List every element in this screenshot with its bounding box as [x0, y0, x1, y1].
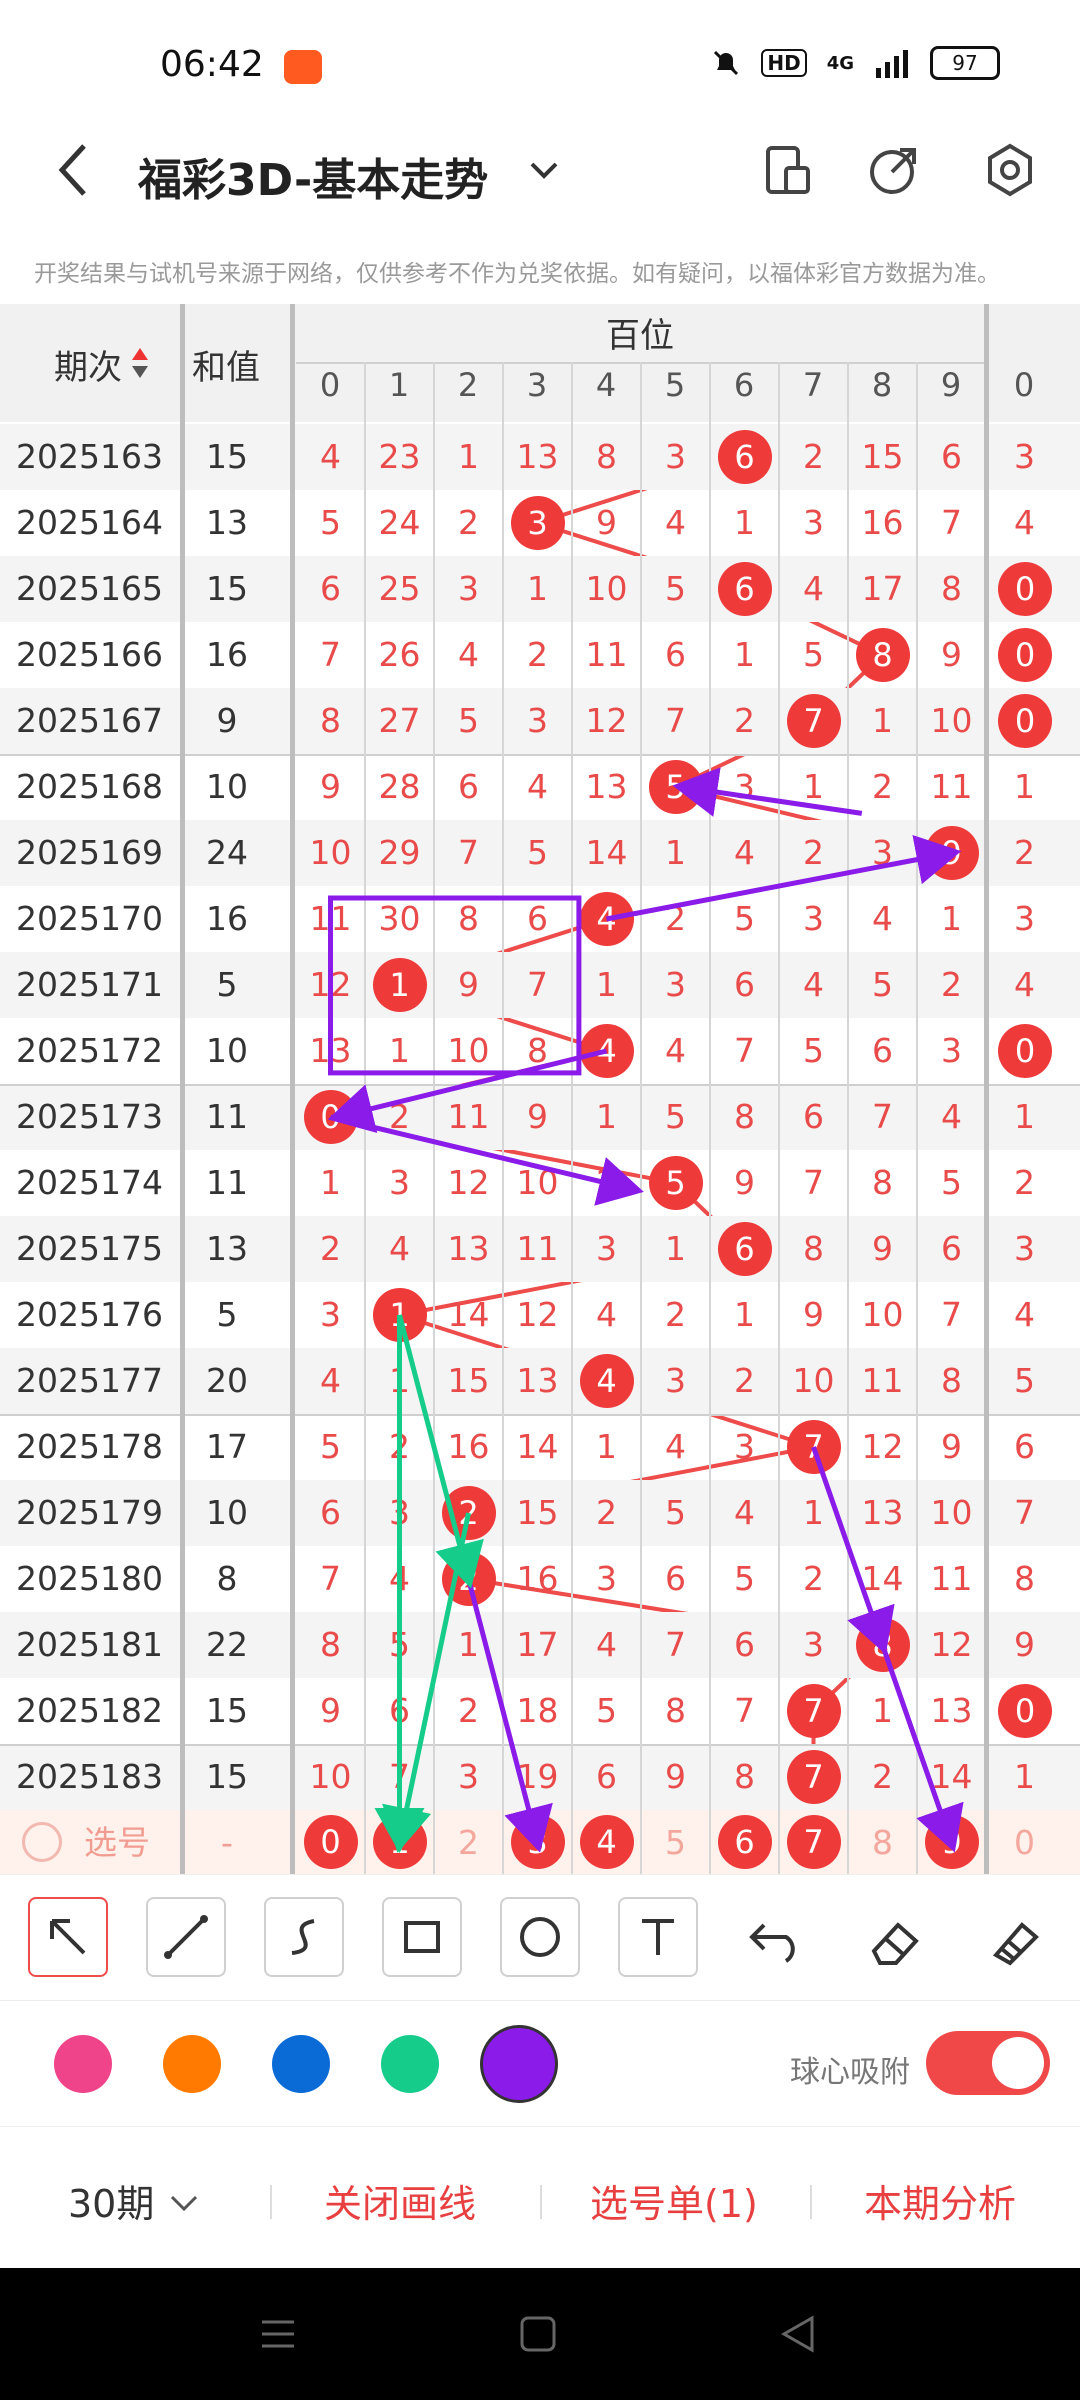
line-tool-button[interactable]: [146, 1897, 226, 1977]
system-nav-bar: [0, 2268, 1080, 2400]
rectangle-icon: [404, 1921, 440, 1953]
app-notification-icon: [284, 50, 322, 84]
status-time: 06:42: [160, 44, 264, 85]
color-swatch-blue[interactable]: [272, 2035, 330, 2093]
snap-to-center-label: 球心吸附: [790, 2055, 910, 2090]
color-swatch-pink[interactable]: [54, 2035, 112, 2093]
drawn-arrow: [397, 1314, 484, 1589]
hd-badge: HD: [761, 49, 807, 77]
drawn-arrow: [329, 1114, 644, 1206]
trend-table: 期次 和值 百位 01234567890 2025163 15 4 23 1 13 8 3 6 2…: [0, 304, 1080, 1874]
line-icon: [164, 1915, 208, 1959]
drawn-arrow: [880, 1644, 964, 1853]
phone-layout-icon[interactable]: [760, 142, 816, 198]
battery-icon: 97: [930, 46, 1000, 80]
share-icon[interactable]: [866, 142, 922, 198]
disclaimer-text: 开奖结果与试机号来源于网络，仅供参考不作为兑奖依据。如有疑问，以福体彩官方数据为…: [34, 261, 1000, 287]
page-title[interactable]: 福彩3D-基本走势: [138, 144, 488, 208]
color-swatch-purple[interactable]: [480, 2025, 558, 2103]
bottom-action-bar: 30期 关闭画线 选号单(1) 本期分析: [0, 2126, 1080, 2269]
status-bar: 06:42 HD 4G 97: [0, 0, 1080, 130]
drawn-arrow: [382, 1512, 471, 1853]
circle-tool-button[interactable]: [500, 1897, 580, 1977]
toggle-knob: [992, 2037, 1044, 2089]
close-drawing-button[interactable]: 关闭画线: [324, 2173, 476, 2228]
drawn-arrow: [606, 835, 962, 922]
snap-toggle[interactable]: [926, 2031, 1050, 2095]
curve-tool-button[interactable]: [264, 1897, 344, 1977]
undo-icon[interactable]: [742, 1911, 812, 1967]
chevron-down-icon[interactable]: [524, 150, 564, 190]
color-swatch-green[interactable]: [381, 2035, 439, 2093]
drawn-arrow: [672, 767, 863, 817]
period-analysis-button[interactable]: 本期分析: [864, 2173, 1016, 2228]
status-icons: HD 4G 97: [711, 46, 1000, 80]
period-count-select[interactable]: 30期: [68, 2173, 202, 2228]
drawn-rectangle: [328, 895, 582, 1076]
select-tool-button[interactable]: [28, 1897, 108, 1977]
nav-back-icon[interactable]: [778, 2314, 818, 2354]
clear-brush-icon[interactable]: [978, 1911, 1048, 1967]
rectangle-tool-button[interactable]: [382, 1897, 462, 1977]
drawing-toolbar: [0, 1874, 1080, 2001]
circle-icon: [520, 1917, 560, 1957]
color-swatch-orange[interactable]: [163, 2035, 221, 2093]
signal-icon: [876, 50, 908, 78]
back-arrow-icon[interactable]: [54, 140, 94, 200]
menu-icon[interactable]: [258, 2314, 298, 2354]
drawn-arrow: [466, 1578, 553, 1853]
chevron-down-icon: [171, 2195, 198, 2212]
mute-icon: [714, 50, 739, 76]
network-label: 4G: [826, 52, 854, 74]
period-count-label: 30期: [68, 2182, 155, 2226]
arrow-pointer-icon: [50, 1919, 86, 1955]
drawn-arrow: [327, 1048, 608, 1133]
curve-icon: [291, 1919, 315, 1955]
settings-gear-icon[interactable]: [982, 142, 1038, 198]
text-tool-button[interactable]: [618, 1897, 698, 1977]
text-icon: [642, 1919, 674, 1955]
drawing-annotations[interactable]: [0, 304, 1080, 1874]
drawn-arrow: [811, 1446, 895, 1655]
pick-list-button[interactable]: 选号单(1): [590, 2173, 758, 2228]
home-icon[interactable]: [518, 2314, 558, 2354]
color-palette: 球心吸附: [0, 2000, 1080, 2127]
eraser-icon[interactable]: [860, 1911, 930, 1967]
